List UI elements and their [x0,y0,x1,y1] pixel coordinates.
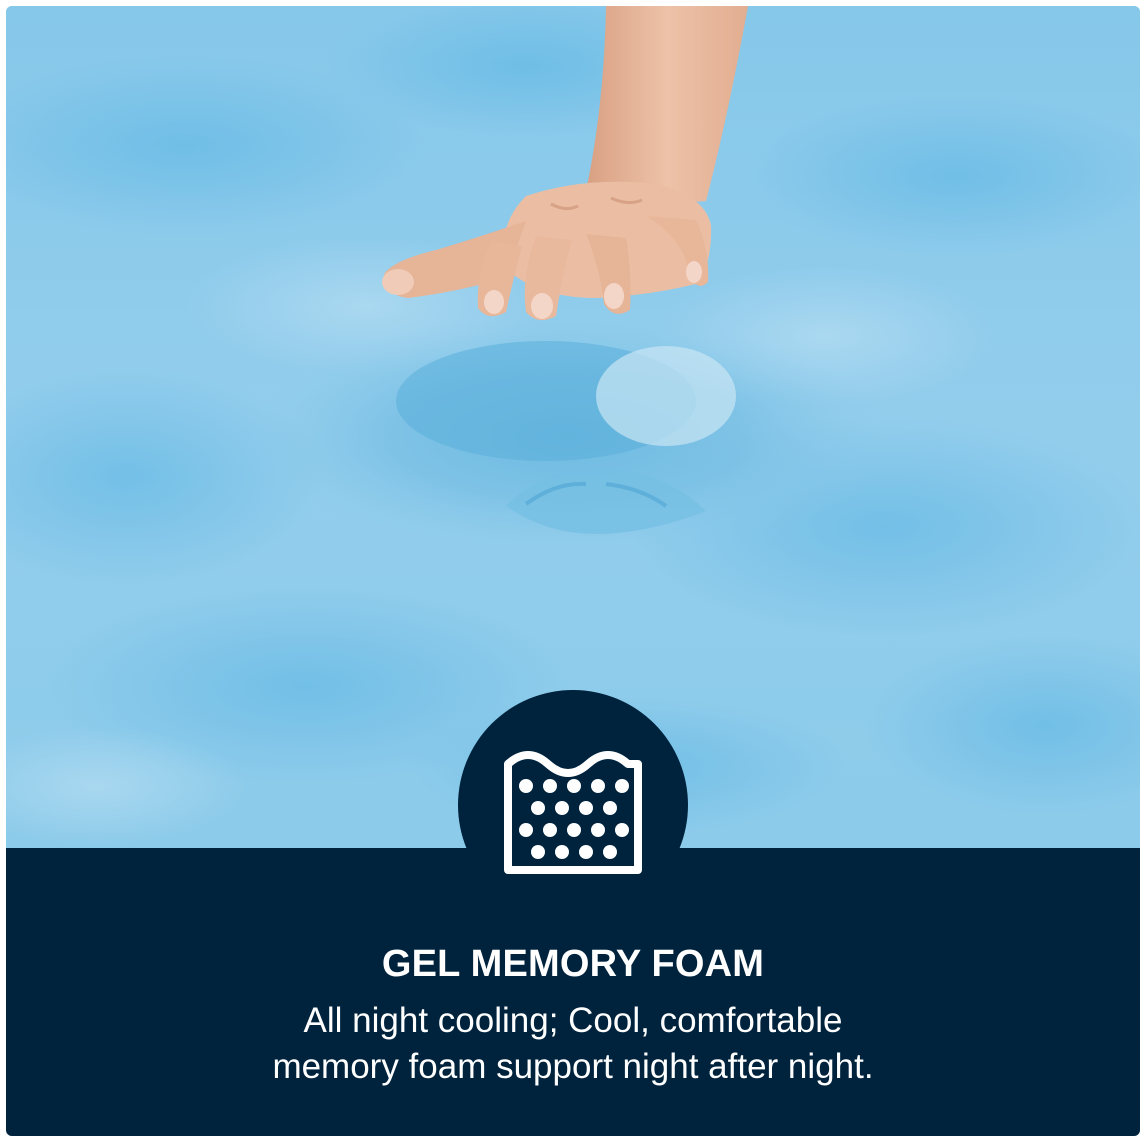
feature-title: GEL MEMORY FOAM [381,943,765,985]
product-feature-card: GEL MEMORY FOAM All night cooling; Cool,… [6,6,1140,1136]
gel-foam-cells-icon [504,751,642,874]
feature-description-line: memory foam support night after night. [272,1047,874,1086]
feature-icon-badge [458,690,688,920]
feature-description-line: All night cooling; Cool, comfortable [303,1001,843,1040]
feature-description: All night cooling; Cool, comfortable mem… [6,998,1140,1090]
